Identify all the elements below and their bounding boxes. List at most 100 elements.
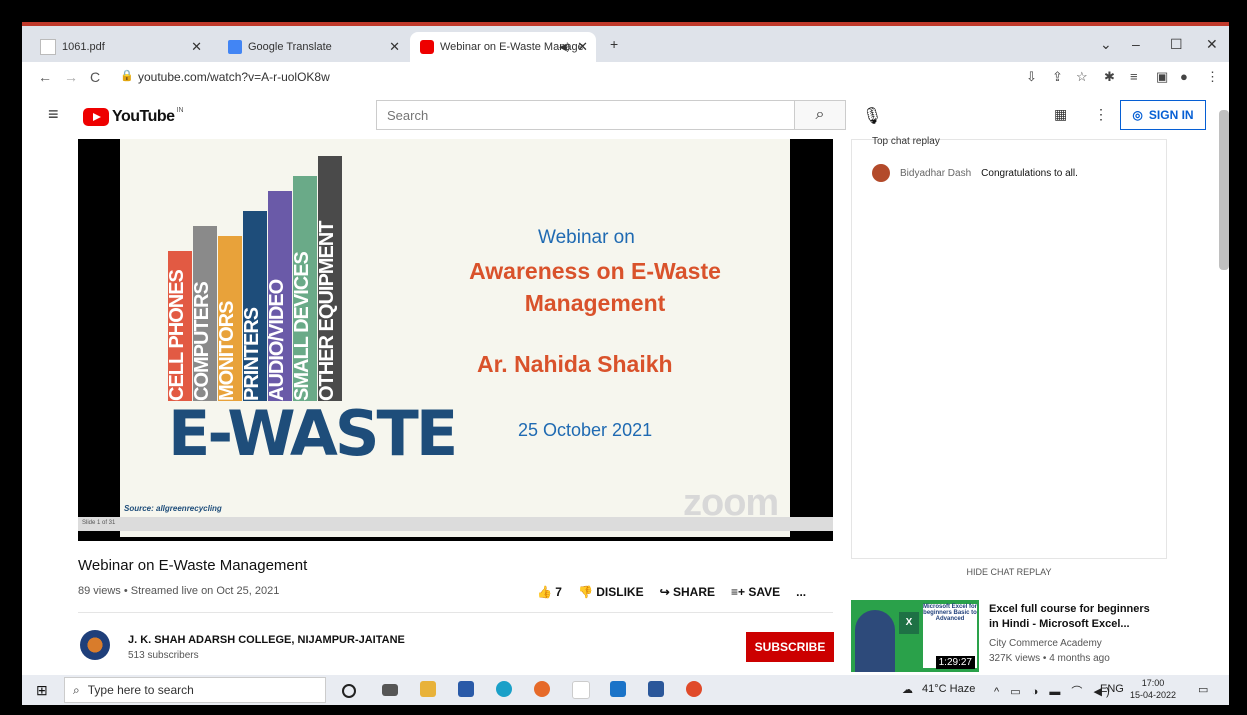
language-indicator[interactable]: ENG: [1100, 683, 1124, 695]
taskbar-clock[interactable]: 17:00 15-04-2022: [1130, 677, 1176, 701]
dislike-label: DISLIKE: [596, 585, 644, 599]
bookmark-star-icon[interactable]: ☆: [1076, 69, 1088, 85]
share-icon[interactable]: ⇪: [1052, 69, 1063, 85]
dislike-button[interactable]: 👎 DISLIKE: [578, 585, 644, 599]
settings-menu-icon[interactable]: ⋮: [1094, 106, 1108, 123]
thumbs-down-icon: 👎: [577, 585, 597, 599]
extensions-icon[interactable]: ✱: [1104, 69, 1115, 85]
more-actions-button[interactable]: ...: [796, 585, 806, 599]
chat-header: Top chat replay: [872, 136, 940, 146]
tab-search-icon[interactable]: ⌄: [1100, 36, 1112, 53]
tab-webinar[interactable]: Webinar on E-Waste Manage ◀) ✕: [410, 32, 596, 62]
hamburger-icon[interactable]: ≡: [48, 104, 59, 125]
weather-icon[interactable]: ☁: [902, 683, 913, 696]
category-bar-small-devices: SMALL DEVICES: [291, 176, 317, 401]
forward-icon[interactable]: →: [64, 69, 78, 85]
cortana-icon[interactable]: [342, 684, 356, 698]
chat-author: Bidyadhar Dash: [900, 167, 972, 179]
tab-label: 1061.pdf: [62, 41, 105, 53]
search-icon: ⌕: [73, 682, 80, 697]
category-bar-computers: COMPUTERS: [191, 226, 217, 401]
youtube-wordmark: YouTube: [112, 108, 175, 125]
store-icon[interactable]: [458, 681, 474, 697]
slide-source: Source: allgreenrecycling: [124, 504, 222, 513]
recommended-channel[interactable]: City Commerce Academy: [989, 638, 1102, 649]
side-panel-icon[interactable]: ▣: [1156, 69, 1168, 85]
youtube-tab-icon: [420, 40, 434, 54]
profile-icon[interactable]: ●: [1180, 69, 1188, 84]
clock-time: 17:00: [1141, 678, 1165, 688]
search-box: ⌕: [376, 100, 846, 130]
title-strip: [22, 22, 1229, 26]
share-label: SHARE: [672, 585, 715, 599]
close-tab-icon[interactable]: ✕: [191, 39, 202, 55]
microphone-icon[interactable]: 🎙: [862, 106, 882, 126]
address-bar: ← → C 🔒 youtube.com/watch?v=A-r-uolOK8w …: [22, 62, 1229, 93]
subscribe-button[interactable]: SUBSCRIBE: [746, 632, 834, 662]
lock-icon: 🔒: [120, 70, 134, 82]
audio-icon[interactable]: ◀): [559, 42, 570, 53]
tab-pdf[interactable]: 1061.pdf ✕: [30, 32, 210, 62]
taskbar-search-placeholder: Type here to search: [87, 683, 194, 697]
search-icon[interactable]: ⌕: [794, 101, 845, 129]
system-tray-icons[interactable]: ^ ▭ ◑ ▬ ⌒ ◀): [994, 683, 1114, 699]
slide-line-speaker: Ar. Nahida Shaikh: [477, 351, 673, 377]
video-player[interactable]: CELL PHONES COMPUTERS MONITORS PRINTERS AUDI…: [78, 139, 833, 541]
youtube-logo[interactable]: YouTube IN: [83, 106, 184, 126]
region-code: IN: [176, 106, 184, 114]
category-bar-printers: PRINTERS: [241, 211, 267, 401]
share-arrow-icon: ↪: [659, 585, 673, 599]
notification-icon[interactable]: ▭: [1198, 683, 1208, 696]
video-thumbnail[interactable]: X Microsoft Excel for beginners Basic to…: [851, 600, 979, 672]
task-view-icon[interactable]: [382, 684, 398, 696]
search-input[interactable]: [385, 101, 789, 129]
screenshot-frame: 1061.pdf ✕ Google Translate ✕ Webinar on…: [0, 0, 1247, 715]
hide-chat-replay-button[interactable]: HIDE CHAT REPLAY: [851, 558, 1167, 584]
minimize-button[interactable]: –: [1132, 36, 1140, 52]
reading-list-icon[interactable]: ≡: [1130, 69, 1138, 84]
url-field[interactable]: youtube.com/watch?v=A-r-uolOK8w: [138, 70, 330, 84]
recommended-video[interactable]: X Microsoft Excel for beginners Basic to…: [851, 600, 1221, 672]
tab-bar: 1061.pdf ✕ Google Translate ✕ Webinar on…: [22, 22, 1229, 62]
new-tab-button[interactable]: +: [610, 36, 618, 52]
close-window-button[interactable]: ✕: [1206, 36, 1218, 53]
close-tab-icon[interactable]: ✕: [577, 39, 588, 55]
back-icon[interactable]: ←: [38, 69, 52, 85]
windows-start-icon[interactable]: ⊞: [36, 682, 48, 699]
reload-icon[interactable]: C: [90, 69, 100, 85]
apps-grid-icon[interactable]: ▦: [1054, 106, 1067, 123]
share-button[interactable]: ↪ SHARE: [660, 585, 715, 599]
weather-text[interactable]: 41°C Haze: [922, 683, 975, 695]
page-scrollbar[interactable]: [1219, 110, 1229, 270]
mail-icon[interactable]: [610, 681, 626, 697]
close-tab-icon[interactable]: ✕: [389, 39, 400, 55]
category-bar-other-equipment: OTHER EQUIPMENT: [316, 156, 342, 401]
file-explorer-icon[interactable]: [420, 681, 436, 697]
category-bar-cell-phones: CELL PHONES: [166, 251, 192, 401]
sign-in-button[interactable]: ◎ SIGN IN: [1120, 100, 1206, 130]
pdf-icon: [40, 39, 56, 55]
channel-avatar[interactable]: [80, 630, 110, 660]
taskbar-search[interactable]: ⌕ Type here to search: [64, 677, 326, 703]
recommended-title[interactable]: Excel full course for beginners in Hindi…: [989, 602, 1159, 632]
category-bar-monitors: MONITORS: [216, 236, 242, 401]
install-icon[interactable]: ⇩: [1026, 69, 1037, 85]
like-button[interactable]: 👍 7: [537, 585, 562, 599]
channel-name[interactable]: J. K. SHAH ADARSH COLLEGE, NIJAMPUR-JAIT…: [128, 634, 405, 646]
chrome-icon[interactable]: [686, 681, 702, 697]
video-actions: 👍 7 👎 DISLIKE ↪ SHARE ≡+ SAVE ...: [537, 585, 806, 599]
sign-in-label: SIGN IN: [1148, 108, 1194, 122]
menu-icon[interactable]: ⋮: [1206, 69, 1219, 85]
account-icon: ◎: [1132, 108, 1143, 122]
app-icon[interactable]: [572, 681, 590, 699]
save-button[interactable]: ≡+ SAVE: [731, 585, 780, 599]
clock-date: 15-04-2022: [1130, 690, 1177, 700]
chat-message: Bidyadhar Dash Congratulations to all.: [872, 164, 1078, 182]
maximize-button[interactable]: ☐: [1170, 36, 1183, 53]
tab-translate[interactable]: Google Translate ✕: [218, 32, 408, 62]
chat-replay-panel: Top chat replay Bidyadhar Dash Congratul…: [851, 136, 1167, 583]
edge-icon[interactable]: [496, 681, 512, 697]
word-icon[interactable]: [648, 681, 664, 697]
ewaste-logo-text: E-WASTE: [168, 397, 458, 470]
firefox-icon[interactable]: [534, 681, 550, 697]
